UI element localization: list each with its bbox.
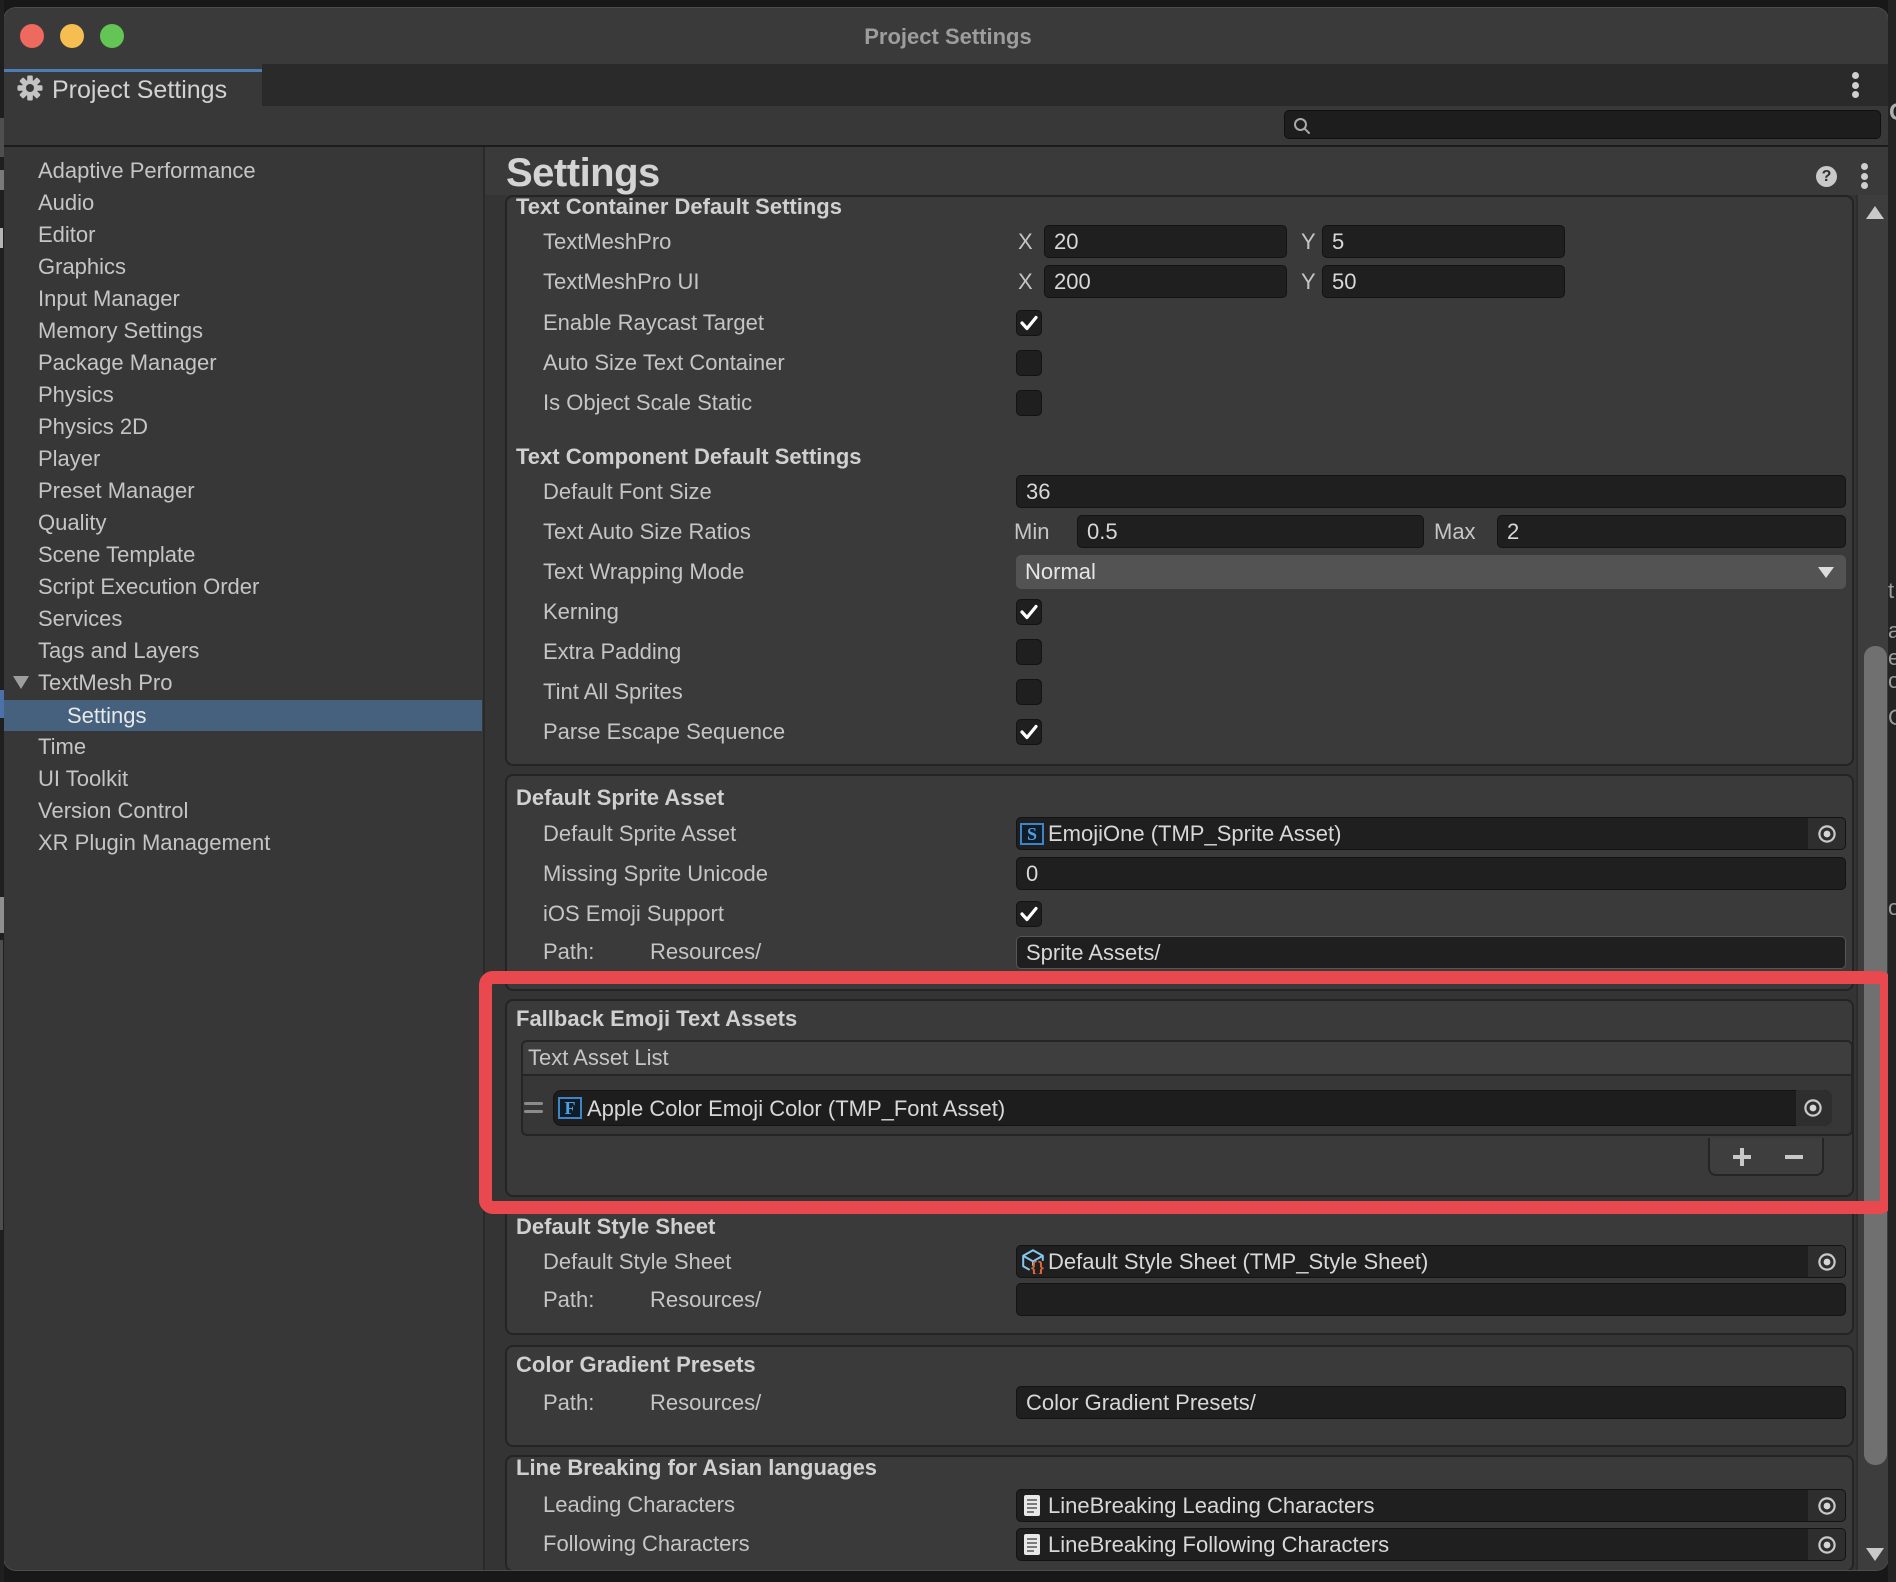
svg-text:{: { — [1031, 1259, 1037, 1274]
svg-text:}: } — [1038, 1259, 1044, 1274]
